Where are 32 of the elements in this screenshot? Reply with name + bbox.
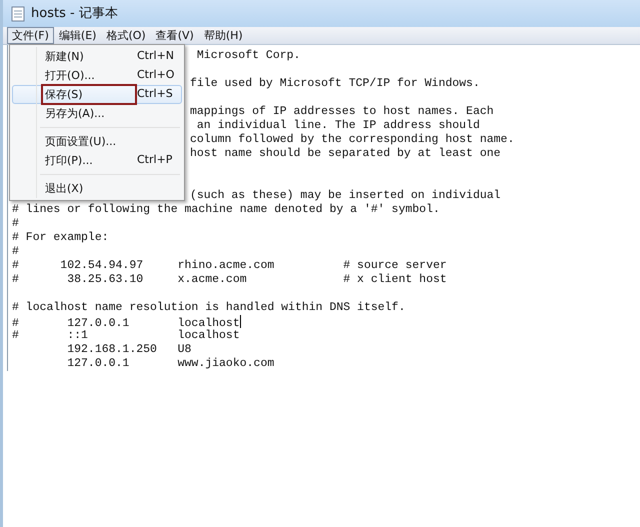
menu-option[interactable]: 保存(S) Ctrl+S [12, 85, 182, 104]
text-line: # 102.54.94.97 rhino.acme.com # source server [12, 259, 447, 272]
menu-item[interactable]: 文件(F) [7, 27, 54, 44]
menu-item[interactable]: 帮助(H) [198, 27, 248, 44]
text-line: # lines or following the machine name denoted by a '#' symbol. [12, 203, 440, 216]
text-line: # 38.25.63.10 x.acme.com # x client host [12, 273, 447, 286]
text-line: mappings of IP addresses to host names. Each [190, 105, 494, 118]
text-line: an individual line. The IP address should [196, 119, 480, 132]
menu-item[interactable]: 格式(O) [101, 27, 151, 44]
text-line: 127.0.0.1 www.jiaoko.com [66, 357, 274, 370]
menu-item[interactable]: 查看(V) [150, 27, 199, 44]
text-line: # For example: [12, 231, 109, 244]
menu-option[interactable]: 打印(P)... Ctrl+P [12, 151, 182, 170]
menu-option[interactable]: 退出(X) [12, 179, 182, 198]
text-line: file used by Microsoft TCP/IP for Windows. [190, 77, 480, 90]
text-line: # ::1 localhost [12, 329, 240, 342]
notepad-icon [11, 6, 25, 22]
menu-option[interactable]: 另存为(A)... [12, 104, 182, 123]
text-line: # localhost name resolution is handled within DNS itself. [12, 301, 406, 314]
text-line: Microsoft Corp. [196, 49, 300, 62]
text-line: host name should be separated by at least one [190, 147, 501, 160]
window-title: hosts - 记事本 [31, 4, 118, 23]
menu-option[interactable]: 打开(O)... Ctrl+O [12, 66, 182, 85]
text-line: 192.168.1.250 U8 [66, 343, 192, 356]
menu-option[interactable]: 页面设置(U)... [12, 132, 182, 151]
menu-item[interactable]: 编辑(E) [54, 27, 102, 44]
text-line: # [12, 217, 19, 230]
menu-option[interactable]: 新建(N) Ctrl+N [12, 47, 182, 66]
text-line: column followed by the corresponding host name. [190, 133, 514, 146]
text-line: # 127.0.0.1 localhost [12, 317, 240, 330]
text-line: # [12, 245, 19, 258]
text-line: (such as these) may be inserted on individual [190, 189, 501, 202]
